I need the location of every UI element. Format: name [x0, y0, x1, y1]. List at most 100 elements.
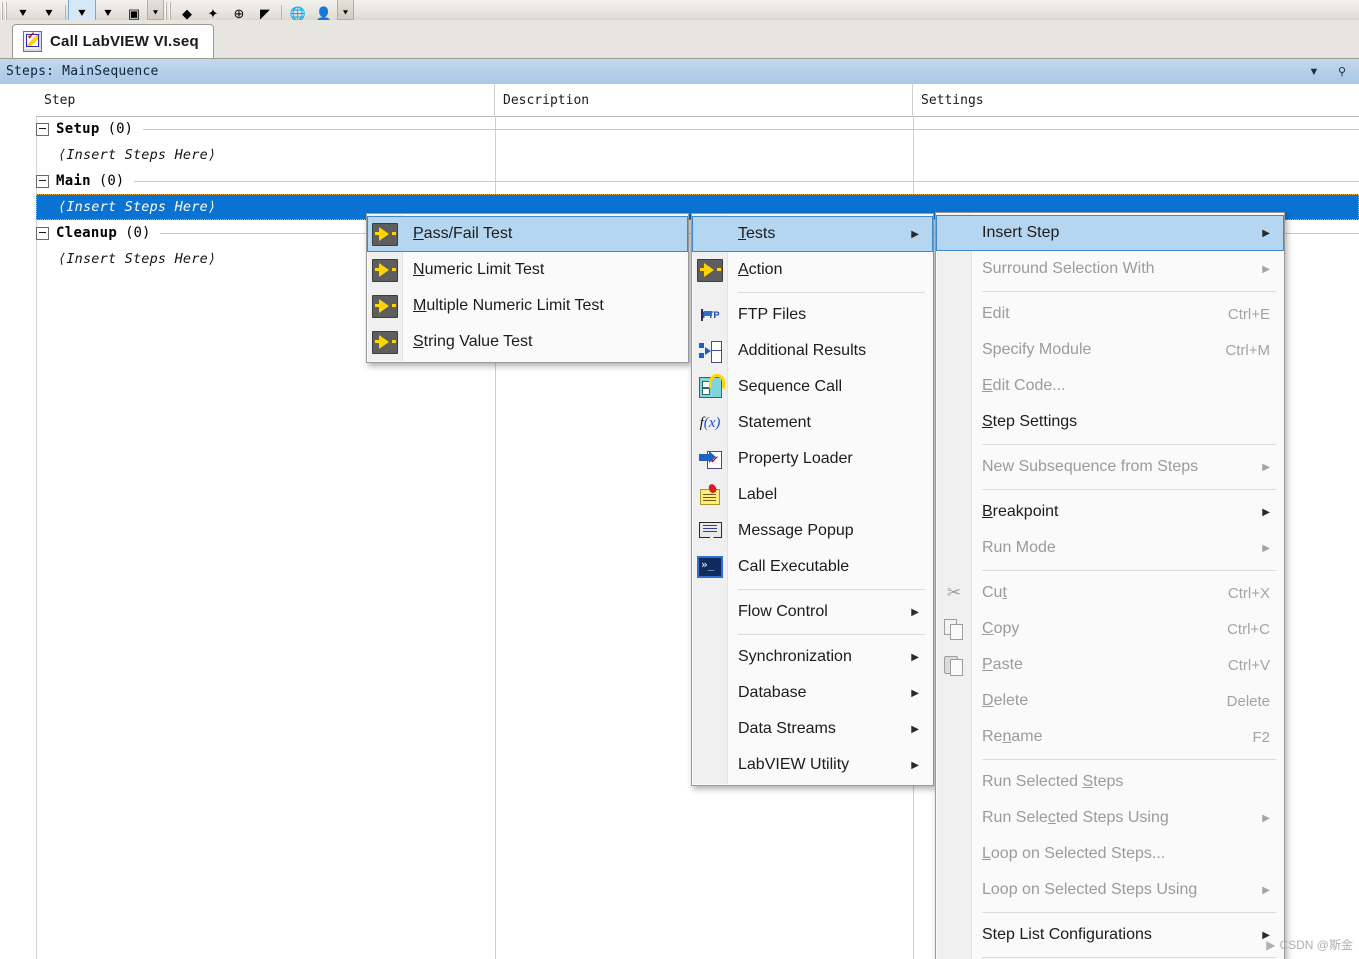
toolbar-overflow2-icon[interactable]: ⯆	[337, 0, 354, 20]
toolbar: ⯆ ⯆ ⯆ ⯆ ▣ ⯆ ◆ ✦ ⊕ ◤ 🌐 👤 ⯆	[0, 0, 1359, 21]
menu-item-paste[interactable]: Paste Ctrl+V	[936, 647, 1284, 683]
teststand-sequence-editor-window: ⯆ ⯆ ⯆ ⯆ ▣ ⯆ ◆ ✦ ⊕ ◤ 🌐 👤 ⯆ Call LabVIEW V…	[0, 0, 1359, 959]
menu-item-edit-code[interactable]: Edit Code...	[936, 368, 1284, 404]
menu-item-insert-step[interactable]: Insert Step ▶	[936, 215, 1284, 251]
chevron-right-icon: ▶	[911, 651, 919, 663]
chevron-right-icon: ▶	[911, 687, 919, 699]
menu-item-cut[interactable]: ✂ Cut Ctrl+X	[936, 575, 1284, 611]
globe-icon[interactable]: 🌐	[285, 0, 311, 20]
column-header-step[interactable]: Step	[36, 84, 495, 116]
menu-separator	[738, 634, 925, 635]
chevron-down-icon[interactable]: ▼	[1307, 64, 1321, 80]
menu-item-flow-control[interactable]: Flow Control ▶	[692, 594, 933, 630]
menu-accel: F2	[1252, 728, 1270, 746]
sequence-call-icon	[697, 373, 725, 400]
statement-fx-icon: f(x)	[699, 414, 721, 431]
menu-item-copy[interactable]: Copy Ctrl+C	[936, 611, 1284, 647]
tests-submenu: Pass/Fail Test Numeric Limit Test Multip…	[366, 213, 689, 363]
insert-steps-placeholder: ⟨Insert Steps Here⟩	[58, 147, 217, 163]
user-icon[interactable]: 👤	[311, 0, 337, 20]
menu-item-tests[interactable]: Tests ▶	[692, 216, 933, 252]
group-label: Setup	[56, 121, 100, 137]
cut-icon: ✂	[946, 583, 962, 602]
menu-item-pass-fail-test[interactable]: Pass/Fail Test	[367, 216, 688, 252]
execute-flagged-icon[interactable]: ◤	[252, 0, 278, 20]
label-icon	[697, 482, 723, 508]
menu-item-message-popup[interactable]: Message Popup	[692, 513, 933, 549]
menu-item-sequence-call[interactable]: Sequence Call	[692, 369, 933, 405]
menu-item-delete[interactable]: Delete Delete	[936, 683, 1284, 719]
collapse-toggle-icon[interactable]	[36, 174, 49, 188]
menu-item-data-streams[interactable]: Data Streams ▶	[692, 711, 933, 747]
pushpin-icon[interactable]: ⚲	[1335, 64, 1349, 80]
analyze-icon[interactable]: ✦	[200, 0, 226, 20]
reset-icon[interactable]: ▣	[121, 0, 147, 20]
menu-item-run-selected-steps-using[interactable]: Run Selected Steps Using ▶	[936, 800, 1284, 836]
menu-item-label[interactable]: Label	[692, 477, 933, 513]
pane-caption-label: Steps: MainSequence	[6, 64, 159, 79]
menu-separator	[982, 912, 1276, 913]
menu-item-property-loader[interactable]: Property Loader	[692, 441, 933, 477]
toolbar-separator-2	[281, 5, 282, 20]
menu-item-rename[interactable]: Rename F2	[936, 719, 1284, 755]
column-header-settings[interactable]: Settings	[913, 84, 1359, 116]
toolbar-separator	[65, 5, 66, 20]
menu-separator	[982, 489, 1276, 490]
menu-item-run-selected-steps[interactable]: Run Selected Steps	[936, 764, 1284, 800]
menu-item-statement[interactable]: f(x) Statement	[692, 405, 933, 441]
collapse-toggle-icon[interactable]	[36, 122, 49, 136]
toolbar-overflow-icon[interactable]: ⯆	[147, 0, 164, 20]
step-context-menu: Insert Step ▶ Surround Selection With ▶ …	[935, 212, 1285, 959]
menu-item-edit[interactable]: Edit Ctrl+E	[936, 296, 1284, 332]
watermark-play-icon: ▶	[1266, 937, 1276, 952]
menu-item-action[interactable]: Action	[692, 252, 933, 288]
menu-item-loop-on-selected-steps[interactable]: Loop on Selected Steps...	[936, 836, 1284, 872]
menu-item-ftp-files[interactable]: FTP FTP Files	[692, 297, 933, 333]
menu-separator	[982, 444, 1276, 445]
menu-item-multiple-numeric-limit-test[interactable]: Multiple Numeric Limit Test	[367, 288, 688, 324]
chevron-right-icon: ▶	[911, 723, 919, 735]
message-popup-icon	[697, 518, 723, 544]
tab-label: Call LabVIEW VI.seq	[50, 33, 199, 50]
toolbar-grip-2[interactable]	[165, 2, 172, 20]
labview-vi-icon	[372, 257, 398, 283]
menu-item-additional-results[interactable]: Additional Results	[692, 333, 933, 369]
menu-item-new-subsequence-from-steps[interactable]: New Subsequence from Steps ▶	[936, 449, 1284, 485]
menu-item-surround-selection-with[interactable]: Surround Selection With ▶	[936, 251, 1284, 287]
group-count: (0)	[107, 121, 133, 137]
menu-item-loop-on-selected-steps-using[interactable]: Loop on Selected Steps Using ▶	[936, 872, 1284, 908]
tab-call-labview-vi-seq[interactable]: Call LabVIEW VI.seq	[12, 24, 214, 58]
deploy-icon[interactable]: ◆	[174, 0, 200, 20]
terminate-icon[interactable]: ⯆	[95, 0, 121, 20]
chevron-right-icon: ▶	[1262, 227, 1270, 239]
toolbar-grip[interactable]	[1, 2, 8, 20]
collapse-toggle-icon[interactable]	[36, 226, 49, 240]
menu-item-numeric-limit-test[interactable]: Numeric Limit Test	[367, 252, 688, 288]
download-all-icon[interactable]: ⯆	[36, 0, 62, 20]
group-rule	[142, 128, 1359, 130]
run-selected-icon[interactable]: ⯆	[68, 0, 96, 20]
menu-separator	[982, 570, 1276, 571]
menu-item-database[interactable]: Database ▶	[692, 675, 933, 711]
group-count: (0)	[98, 173, 125, 189]
table-row-group-main[interactable]: Main (0)	[36, 168, 1359, 194]
menu-item-labview-utility[interactable]: LabVIEW Utility ▶	[692, 747, 933, 783]
menu-item-run-mode[interactable]: Run Mode ▶	[936, 530, 1284, 566]
menu-accel: Ctrl+C	[1227, 620, 1270, 638]
table-row-group-setup[interactable]: Setup (0)	[36, 116, 1359, 142]
watermark: ▶ CSDN @斯金	[1266, 936, 1353, 953]
group-label: Main	[56, 173, 91, 189]
menu-item-call-executable[interactable]: Call Executable	[692, 549, 933, 585]
document-tab-strip: Call LabVIEW VI.seq	[0, 20, 1359, 59]
menu-item-step-settings[interactable]: Step Settings	[936, 404, 1284, 440]
download-step-icon[interactable]: ⯆	[10, 0, 36, 20]
menu-item-string-value-test[interactable]: String Value Test	[367, 324, 688, 360]
column-header-description[interactable]: Description	[495, 84, 913, 116]
menu-item-specify-module[interactable]: Specify Module Ctrl+M	[936, 332, 1284, 368]
menu-item-breakpoint[interactable]: Breakpoint ▶	[936, 494, 1284, 530]
chevron-right-icon: ▶	[1262, 884, 1270, 896]
table-row-insert-setup[interactable]: ⟨Insert Steps Here⟩	[36, 142, 1359, 168]
insert-step-toolbar-icon[interactable]: ⊕	[226, 0, 252, 20]
menu-item-step-list-configurations[interactable]: Step List Configurations ▶	[936, 917, 1284, 953]
menu-item-synchronization[interactable]: Synchronization ▶	[692, 639, 933, 675]
